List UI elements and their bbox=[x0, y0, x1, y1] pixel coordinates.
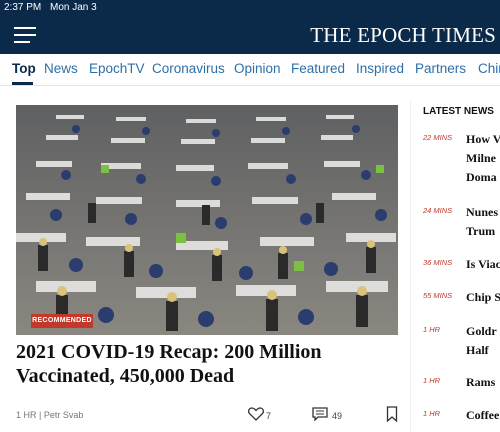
news-time: 24 MINS bbox=[423, 206, 453, 215]
news-time: 1 HR bbox=[423, 409, 441, 418]
status-bar: 2:37 PM Mon Jan 3 bbox=[0, 0, 500, 16]
hamburger-menu-icon[interactable] bbox=[14, 27, 36, 43]
news-title: Is Viac bbox=[466, 258, 500, 271]
active-tab-indicator bbox=[12, 82, 33, 85]
news-title: Coffee bbox=[466, 409, 500, 422]
latest-news-item[interactable]: 1 HR Goldr Half bbox=[423, 325, 500, 365]
article-hero-image[interactable] bbox=[16, 105, 398, 335]
headline-line-2: Vaccinated, 450,000 Dead bbox=[16, 365, 235, 387]
latest-news-item[interactable]: 36 MINS Is Viac bbox=[423, 258, 500, 278]
news-time: 55 MINS bbox=[423, 291, 453, 300]
heart-icon[interactable] bbox=[248, 407, 264, 421]
latest-news-item[interactable]: 22 MINS How V Milne Doma bbox=[423, 133, 500, 189]
latest-news-item[interactable]: 1 HR Rams bbox=[423, 376, 500, 396]
status-date: Mon Jan 3 bbox=[50, 2, 97, 13]
news-title: Chip S bbox=[466, 291, 500, 304]
article-byline: 1 HR | Petr Svab bbox=[16, 410, 84, 420]
tab-opinion[interactable]: Opinion bbox=[234, 61, 281, 76]
vaccination-center-photo bbox=[16, 105, 398, 335]
column-divider bbox=[410, 100, 411, 432]
news-time: 22 MINS bbox=[423, 133, 453, 142]
section-nav: Top News EpochTV Coronavirus Opinion Fea… bbox=[0, 54, 500, 86]
tab-partners[interactable]: Partners bbox=[415, 61, 466, 76]
news-title: Rams bbox=[466, 376, 496, 389]
tab-top[interactable]: Top bbox=[12, 61, 36, 76]
news-time: 1 HR bbox=[423, 325, 441, 334]
tab-news[interactable]: News bbox=[44, 61, 78, 76]
like-count: 7 bbox=[266, 411, 272, 421]
bookmark-icon[interactable] bbox=[386, 406, 398, 422]
comment-icon[interactable] bbox=[312, 407, 328, 421]
news-title: Goldr Half bbox=[466, 325, 497, 357]
site-logo[interactable]: THE EPOCH TIMES bbox=[296, 23, 496, 48]
latest-news-item[interactable]: 1 HR Coffee bbox=[423, 409, 500, 429]
headline-line-1: 2021 COVID-19 Recap: 200 Million bbox=[16, 341, 322, 363]
news-title: Nunes Trum bbox=[466, 206, 499, 238]
news-time: 36 MINS bbox=[423, 258, 453, 267]
latest-news-item[interactable]: 55 MINS Chip S bbox=[423, 291, 500, 311]
comment-count: 49 bbox=[332, 411, 343, 421]
tab-featured[interactable]: Featured bbox=[291, 61, 345, 76]
article-headline[interactable]: 2021 COVID-19 Recap: 200 Million Vaccina… bbox=[16, 340, 396, 388]
latest-news-item[interactable]: 24 MINS Nunes Trum bbox=[423, 206, 500, 246]
recommended-badge: RECOMMENDED bbox=[31, 314, 93, 328]
tab-coronavirus[interactable]: Coronavirus bbox=[152, 61, 225, 76]
latest-news-heading: LATEST NEWS bbox=[423, 106, 494, 117]
tab-inspired[interactable]: Inspired bbox=[356, 61, 404, 76]
news-time: 1 HR bbox=[423, 376, 441, 385]
site-header: THE EPOCH TIMES bbox=[0, 16, 500, 54]
news-title: How V Milne Doma bbox=[466, 133, 500, 184]
tab-epochtv[interactable]: EpochTV bbox=[89, 61, 145, 76]
tab-china[interactable]: Chin bbox=[478, 61, 500, 76]
status-time: 2:37 PM bbox=[4, 2, 42, 13]
